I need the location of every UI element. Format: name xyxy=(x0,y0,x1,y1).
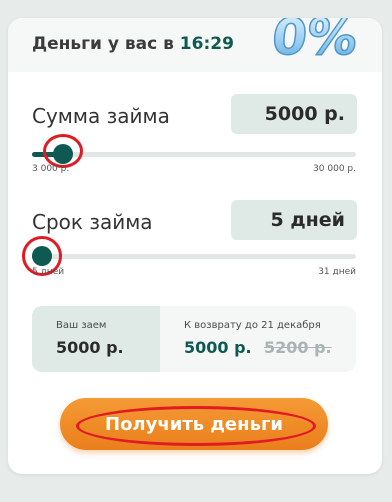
loan-calculator-card: Деньги у вас в 16:29 0% Сумма займа 5000… xyxy=(8,18,382,474)
term-value-field[interactable]: 5 дней xyxy=(231,200,357,240)
header-time: 16:29 xyxy=(179,34,234,54)
header-title-prefix: Деньги у вас в xyxy=(32,34,174,54)
loan-amount-label: Ваш заем xyxy=(56,320,107,331)
return-value: 5000 р. xyxy=(184,338,252,357)
amount-slider-thumb[interactable] xyxy=(53,144,73,164)
return-label: К возврату до 21 декабря xyxy=(184,320,321,331)
term-slider-track[interactable] xyxy=(32,246,356,266)
get-money-button[interactable]: Получить деньги xyxy=(60,398,328,450)
amount-min-label: 3 000 р. xyxy=(32,164,70,174)
card-header: Деньги у вас в 16:29 0% xyxy=(8,18,382,72)
zero-percent-badge-icon: 0% xyxy=(269,18,362,66)
term-slider-thumb[interactable] xyxy=(32,246,52,266)
term-max-label: 31 дней xyxy=(318,267,356,277)
loan-summary: Ваш заем 5000 р. К возврату до 21 декабр… xyxy=(32,306,356,372)
amount-value-field[interactable]: 5000 р. xyxy=(231,94,357,134)
promo-badge-text: 0% xyxy=(269,18,360,66)
return-old-value: 5200 р. xyxy=(264,338,332,357)
amount-slider-track[interactable] xyxy=(32,144,356,164)
term-min-label: 5 дней xyxy=(32,267,65,277)
term-label: Срок займа xyxy=(32,210,153,234)
amount-max-label: 30 000 р. xyxy=(313,164,356,174)
amount-label: Сумма займа xyxy=(32,104,170,128)
header-title: Деньги у вас в 16:29 xyxy=(32,34,234,54)
loan-amount-value: 5000 р. xyxy=(56,338,124,357)
